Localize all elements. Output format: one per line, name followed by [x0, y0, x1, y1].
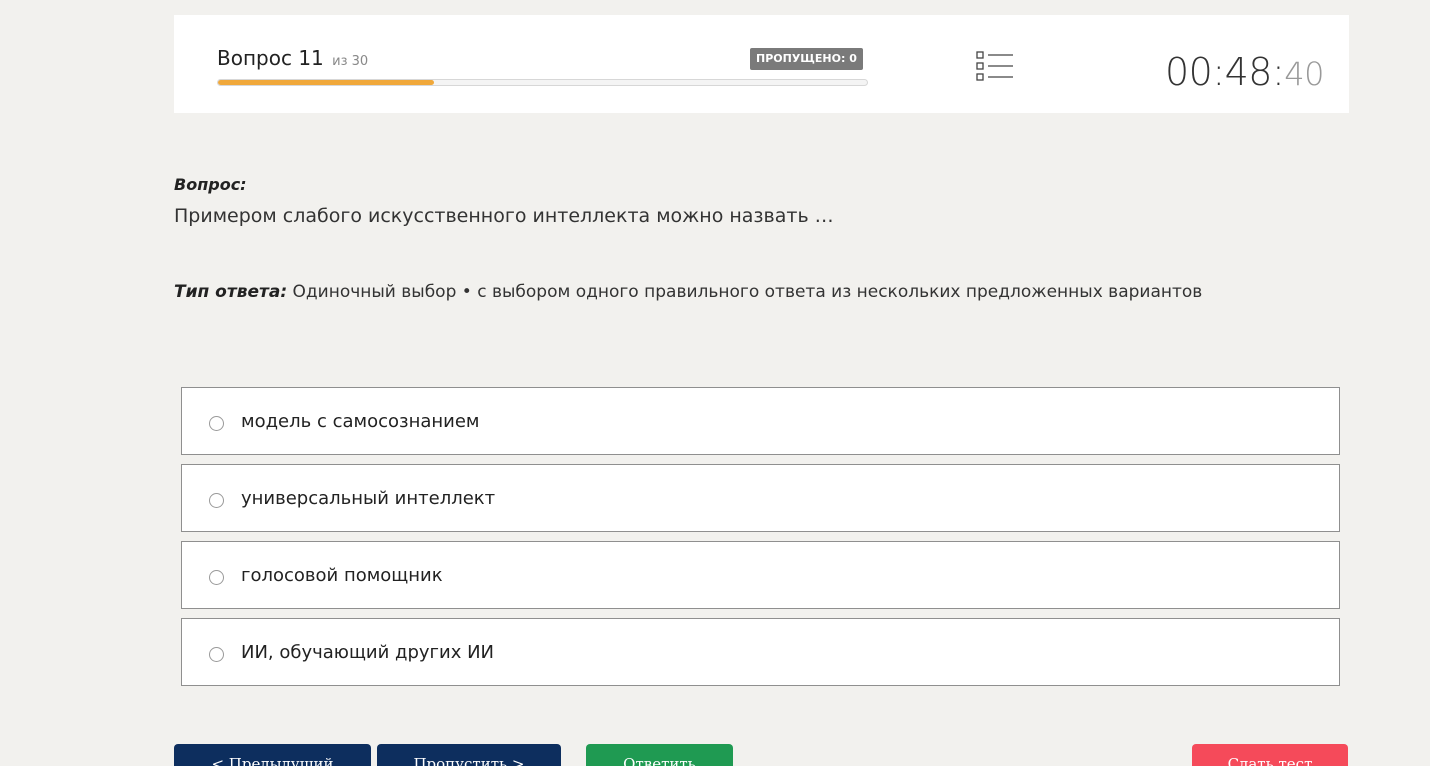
answer-option[interactable]: голосовой помощник: [181, 541, 1340, 609]
radio-button[interactable]: [209, 647, 224, 662]
question-total: из 30: [332, 54, 369, 69]
answer-option[interactable]: модель с самосознанием: [181, 387, 1340, 455]
answer-type-label: Тип ответа:: [174, 282, 288, 302]
answer-option[interactable]: ИИ, обучающий других ИИ: [181, 618, 1340, 686]
list-icon[interactable]: [975, 51, 1015, 85]
answer-option-label: голосовой помощник: [241, 565, 443, 586]
skipped-badge: ПРОПУЩЕНО: 0: [750, 48, 863, 70]
timer-seconds: 40: [1284, 55, 1324, 93]
question-number: Вопрос 11: [217, 46, 324, 70]
question-label: Вопрос:: [174, 175, 247, 194]
progress-bar-fill: [218, 80, 435, 85]
radio-button[interactable]: [209, 493, 224, 508]
progress-bar: [217, 79, 868, 86]
answer-option-label: ИИ, обучающий других ИИ: [241, 642, 495, 663]
radio-button[interactable]: [209, 416, 224, 431]
answer-button[interactable]: Ответить: [586, 744, 733, 766]
skip-button[interactable]: Пропустить >: [377, 744, 561, 766]
question-counter: Вопрос 11 из 30: [217, 46, 368, 70]
answer-type: Тип ответа: Одиночный выбор • с выбором …: [174, 282, 1202, 302]
question-text: Примером слабого искусственного интеллек…: [174, 205, 834, 227]
countdown-timer: 00:48:40: [1164, 50, 1325, 94]
previous-button[interactable]: < Предыдущий: [174, 744, 371, 766]
answer-option[interactable]: универсальный интеллект: [181, 464, 1340, 532]
question-header: Вопрос 11 из 30 ПРОПУЩЕНО: 0 00:48:40: [174, 15, 1349, 113]
submit-test-button[interactable]: Сдать тест: [1192, 744, 1348, 766]
test-page: Вопрос 11 из 30 ПРОПУЩЕНО: 0 00:48:40 Во…: [0, 0, 1430, 766]
answer-option-label: модель с самосознанием: [241, 411, 480, 432]
radio-button[interactable]: [209, 570, 224, 585]
answer-options: модель с самосознанием универсальный инт…: [181, 387, 1340, 695]
answer-type-value: Одиночный выбор • с выбором одного прави…: [287, 282, 1203, 302]
answer-option-label: универсальный интеллект: [241, 488, 496, 509]
timer-main: 00:48:: [1164, 50, 1285, 94]
